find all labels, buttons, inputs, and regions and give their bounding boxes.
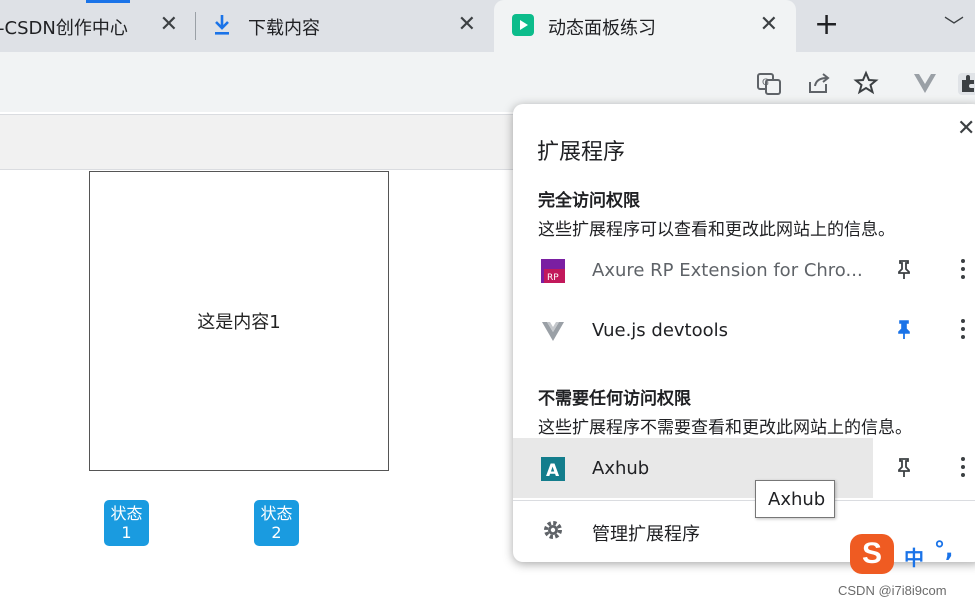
tab-downloads[interactable]: 下载内容 ✕ [198,0,494,52]
extension-item-axure[interactable]: RP Axure RP Extension for Chro... [513,240,975,300]
tab-divider [195,12,196,40]
extensions-puzzle-icon[interactable] [956,70,975,96]
more-options-icon[interactable] [959,316,967,344]
close-icon[interactable]: ✕ [458,14,476,36]
tab-csdn[interactable]: -CSDN创作中心 ✕ [0,0,196,52]
svg-text:A: A [546,461,560,481]
play-icon [512,14,534,36]
pin-icon[interactable] [893,456,915,480]
extension-name: Axure RP Extension for Chro... [592,260,863,281]
no-access-heading: 不需要任何访问权限 [538,389,691,409]
close-icon[interactable]: ✕ [760,14,778,36]
tab-title: -CSDN创作中心 [0,18,128,39]
tooltip: Axhub [755,480,835,518]
svg-text:G: G [762,78,769,88]
close-icon[interactable]: ✕ [160,14,178,36]
state-1-button[interactable]: 状态 1 [104,500,149,546]
chevron-down-icon[interactable]: ﹀ [944,10,964,39]
ime-status-bar[interactable]: S 中 °, [846,530,975,580]
sogou-logo-icon: S [850,534,894,574]
ime-punctuation-indicator[interactable]: °, [934,538,953,563]
no-access-description: 这些扩展程序不需要查看和更改此网站上的信息。 [538,418,912,438]
more-options-icon[interactable] [959,454,967,482]
browser-toolbar: G [0,52,975,112]
download-icon [215,15,229,35]
vue-devtools-icon[interactable] [912,70,938,96]
translate-icon[interactable]: G [756,70,782,96]
extension-name: Vue.js devtools [592,320,729,341]
pin-icon[interactable] [893,258,915,282]
share-icon[interactable] [806,70,832,96]
panel-content-text: 这是内容1 [197,312,281,333]
full-access-heading: 完全访问权限 [538,191,640,211]
tab-strip: -CSDN创作中心 ✕ 下载内容 ✕ 动态面板练习 ✕ + ﹀ [0,0,975,52]
extension-item-vue-devtools[interactable]: Vue.js devtools [513,300,975,360]
watermark: CSDN @i7i8i9com [838,583,947,598]
more-options-icon[interactable] [959,256,967,284]
manage-extensions-label: 管理扩展程序 [592,524,700,545]
tab-title: 动态面板练习 [548,18,656,39]
gear-icon [544,521,562,539]
tab-title: 下载内容 [248,18,320,39]
svg-text:RP: RP [547,273,559,283]
close-icon[interactable]: ✕ [957,116,975,141]
state-2-button[interactable]: 状态 2 [254,500,299,546]
popup-divider [513,500,975,501]
full-access-description: 这些扩展程序可以查看和更改此网站上的信息。 [538,220,895,240]
ime-mode-indicator[interactable]: 中 [904,542,924,571]
extension-name: Axhub [592,458,650,479]
vue-devtools-icon [542,322,564,341]
extensions-popup: 扩展程序 ✕ 完全访问权限 这些扩展程序可以查看和更改此网站上的信息。 RP A… [513,104,975,562]
axhub-icon: A [541,457,565,481]
tab-loading-indicator [86,0,130,3]
pin-icon-active[interactable] [893,318,915,342]
extension-item-axhub-actions [873,438,975,498]
bookmark-star-icon[interactable] [853,70,879,96]
tab-dynamic-panel[interactable]: 动态面板练习 ✕ [494,0,796,52]
axure-rp-icon: RP [541,259,565,283]
new-tab-button[interactable]: + [814,10,839,40]
dynamic-panel: 这是内容1 [89,171,389,471]
popup-title: 扩展程序 [537,140,626,165]
